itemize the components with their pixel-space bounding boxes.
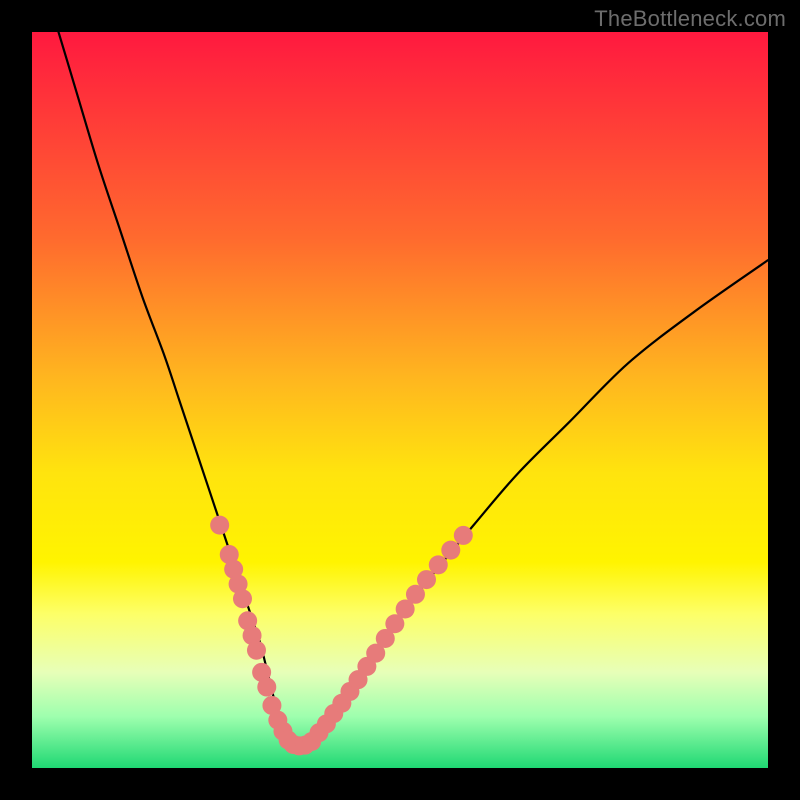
curve-marker xyxy=(257,678,276,697)
watermark-text: TheBottleneck.com xyxy=(594,6,786,32)
curve-marker xyxy=(429,555,448,574)
plot-area xyxy=(32,32,768,768)
curve-marker xyxy=(441,541,460,560)
curve-marker xyxy=(454,526,473,545)
curve-marker xyxy=(247,641,266,660)
curve-markers xyxy=(210,516,473,756)
bottleneck-curve xyxy=(54,17,768,747)
curve-marker xyxy=(210,516,229,535)
curve-marker xyxy=(417,570,436,589)
curve-marker xyxy=(233,589,252,608)
chart-frame: TheBottleneck.com xyxy=(0,0,800,800)
bottleneck-curve-svg xyxy=(32,32,768,768)
